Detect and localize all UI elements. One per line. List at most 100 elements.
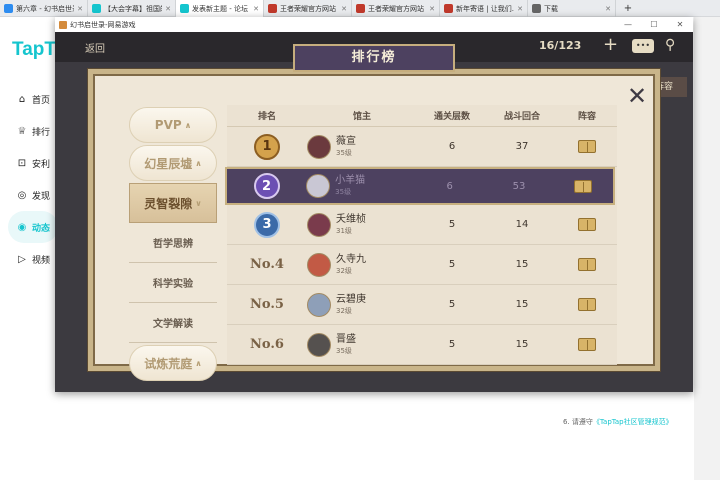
header-host: 馆主 <box>352 112 371 122</box>
player-level: 32级 <box>336 266 352 275</box>
browser-tab[interactable]: 新年寄语 | 让我们... ✕ <box>440 0 528 17</box>
minimize-button[interactable]: — <box>615 17 641 32</box>
player-name: 薇宣 <box>336 135 356 147</box>
book-icon[interactable] <box>574 179 593 193</box>
sidebar-item[interactable]: ⊡ 安利 <box>8 147 58 179</box>
rounds-cell: 37 <box>515 141 529 152</box>
tab-close-icon[interactable]: ✕ <box>77 5 83 13</box>
player-name: 小羊猫 <box>335 175 366 186</box>
sidebar-item-label: 发现 <box>32 191 51 202</box>
sidebar-item[interactable]: ▷ 视频 <box>8 243 58 275</box>
rules-notice: 6. 请遵守 《TapTap社区管理规范》 <box>563 407 693 437</box>
sidebar-item-icon: ⌂ <box>18 93 26 105</box>
browser-tab[interactable]: 下载 ✕ <box>528 0 616 17</box>
chevron-icon: ∧ <box>184 120 192 130</box>
category-label: 科学实验 <box>153 279 193 290</box>
tab-close-icon[interactable]: ✕ <box>517 5 523 13</box>
header-lineup: 阵容 <box>577 112 596 122</box>
category-label: PVP <box>154 118 182 132</box>
table-row[interactable]: No.4 久寺九 32级 5 15 <box>227 245 617 285</box>
category-tab[interactable]: 试炼荒庭 ∧ <box>129 345 217 381</box>
avatar[interactable] <box>307 332 331 357</box>
book-icon[interactable] <box>578 298 596 311</box>
sidebar-item[interactable]: ⌂ 首页 <box>8 83 58 115</box>
table-row[interactable]: No.6 晋盛 35级 5 15 <box>227 325 617 365</box>
game-app-icon <box>59 20 67 29</box>
tab-close-icon[interactable]: ✕ <box>253 5 259 13</box>
floors-cell: 5 <box>448 339 456 350</box>
category-tab[interactable]: 幻星辰墟 ∧ <box>129 145 217 181</box>
maximize-button[interactable]: ☐ <box>641 17 667 32</box>
tab-label: 王者荣耀官方网站 <box>368 4 424 13</box>
tab-close-icon[interactable]: ✕ <box>341 5 347 13</box>
lineup-cell <box>557 140 617 153</box>
sidebar-item-label: 动态 <box>32 223 51 234</box>
player-level: 32级 <box>336 306 352 315</box>
rounds-cell: 53 <box>512 180 526 192</box>
category-tab[interactable]: 灵智裂隙 ∨ <box>129 183 217 223</box>
book-icon[interactable] <box>578 338 596 351</box>
tab-label: 王者荣耀官方网站 <box>280 4 336 13</box>
floors-cell: 6 <box>446 180 453 192</box>
close-icon[interactable]: ✕ <box>623 83 651 111</box>
table-row[interactable]: 3 夭维桢 31级 5 14 <box>227 205 617 245</box>
back-button[interactable]: 返回 <box>85 40 105 55</box>
avatar[interactable] <box>307 134 331 159</box>
rules-link[interactable]: 《TapTap社区管理规范》 <box>593 417 673 427</box>
category-tab[interactable]: 哲学思辨 <box>129 223 217 263</box>
table-row[interactable]: 2 小羊猫 35级 6 53 <box>225 167 615 205</box>
avatar[interactable] <box>306 174 331 198</box>
tab-label: 【大会字幕】祖国的... <box>104 4 162 13</box>
new-tab-button[interactable]: + <box>616 0 640 17</box>
lineup-cell <box>557 338 617 351</box>
category-tab[interactable]: 科学实验 <box>129 263 217 303</box>
book-icon[interactable] <box>578 218 596 231</box>
rules-prefix: 6. 请遵守 <box>563 418 593 426</box>
tab-close-icon[interactable]: ✕ <box>165 5 171 13</box>
table-row[interactable]: 1 薇宣 35级 6 37 <box>227 127 617 167</box>
player-cell: 小羊猫 35级 <box>306 174 415 198</box>
browser-tab[interactable]: 【大会字幕】祖国的...✕ <box>88 0 176 17</box>
avatar[interactable] <box>307 292 331 317</box>
tab-close-icon[interactable]: ✕ <box>429 5 435 13</box>
browser-tab[interactable]: 第六章 - 幻书启世录 ✕ <box>0 0 88 17</box>
category-list: PVP ∧ 幻星辰墟 ∧ 灵智裂隙 ∨ 哲学思辨 科学实验 文学解读 试炼荒庭 ∧ <box>129 105 217 383</box>
browser-tab[interactable]: 发表新主题 - 论坛 ✕ <box>176 0 264 17</box>
tab-label: 第六章 - 幻书启世录 <box>16 4 75 13</box>
table-row[interactable]: No.5 云碧庚 32级 5 15 <box>227 285 617 325</box>
right-column <box>694 17 720 480</box>
player-cell: 晋盛 35级 <box>307 332 417 357</box>
tab-close-icon[interactable]: ✕ <box>605 5 611 13</box>
category-tab[interactable]: PVP ∧ <box>129 107 217 143</box>
add-icon[interactable]: + <box>603 34 618 55</box>
sidebar: ⌂ 首页 ♕ 排行 ⊡ 安利 ◎ 发现 ◉ 动态 ▷ 视频 <box>8 83 58 275</box>
tab-favicon <box>180 4 189 13</box>
tab-favicon <box>268 4 277 13</box>
tab-favicon <box>444 4 453 13</box>
browser-tab[interactable]: 王者荣耀官方网站 ✕ <box>352 0 440 17</box>
location-pin-icon[interactable]: ⚲ <box>665 37 675 53</box>
book-icon[interactable] <box>578 140 596 153</box>
chevron-icon: ∧ <box>195 158 202 168</box>
sidebar-item[interactable]: ◉ 动态 <box>8 211 58 243</box>
player-cell: 薇宣 35级 <box>307 134 417 159</box>
avatar[interactable] <box>307 252 331 277</box>
browser-tab-bar: 第六章 - 幻书启世录✕【大会字幕】祖国的...✕发表新主题 - 论坛✕王者荣耀… <box>0 0 720 17</box>
sidebar-item-label: 安利 <box>32 159 51 170</box>
player-cell: 云碧庚 32级 <box>307 292 417 317</box>
avatar[interactable] <box>307 212 331 237</box>
player-level: 35级 <box>336 148 352 157</box>
book-icon[interactable] <box>578 258 596 271</box>
lineup-cell <box>557 218 617 231</box>
category-tab[interactable]: 文学解读 <box>129 303 217 343</box>
rank-label: No.5 <box>250 297 284 312</box>
browser-tab[interactable]: 王者荣耀官方网站 ✕ <box>264 0 352 17</box>
table-header: 排名 馆主 通关层数 战斗回合 阵容 <box>227 105 617 127</box>
chat-icon[interactable]: ••• <box>632 39 654 53</box>
sidebar-item[interactable]: ◎ 发现 <box>8 179 58 211</box>
close-window-button[interactable]: ✕ <box>667 17 693 32</box>
rank-cell: No.6 <box>227 337 307 352</box>
sidebar-item[interactable]: ♕ 排行 <box>8 115 58 147</box>
player-name: 久寺九 <box>336 253 366 265</box>
sidebar-item-label: 首页 <box>32 95 51 106</box>
